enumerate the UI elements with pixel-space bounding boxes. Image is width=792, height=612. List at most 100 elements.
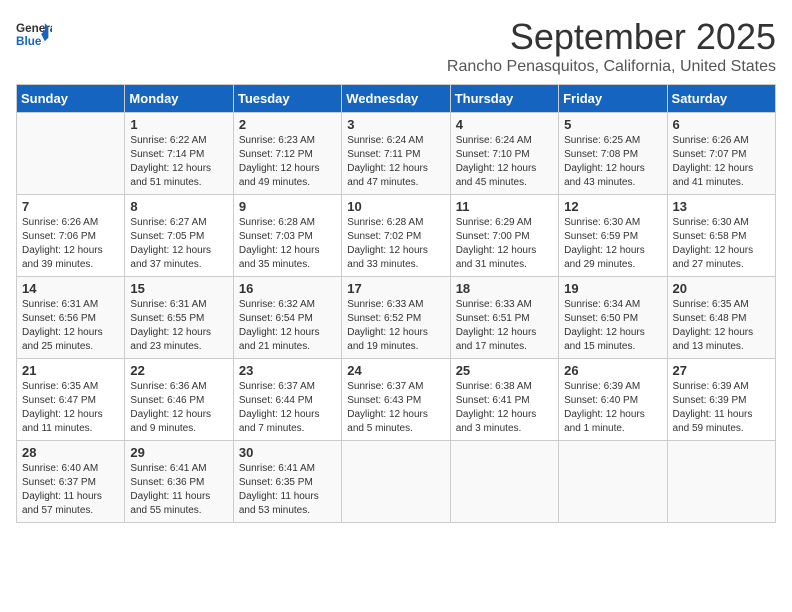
day-info: Sunrise: 6:35 AM Sunset: 6:47 PM Dayligh… [22,380,119,436]
day-info: Sunrise: 6:28 AM Sunset: 7:03 PM Dayligh… [239,216,336,272]
calendar-cell-w4d1: 29 Sunrise: 6:41 AM Sunset: 6:36 PM Dayli… [125,441,233,523]
day-number: 16 [239,281,336,296]
calendar-cell-w2d3: 17 Sunrise: 6:33 AM Sunset: 6:52 PM Dayli… [342,277,450,359]
day-number: 24 [347,363,444,378]
calendar-cell-w3d2: 23 Sunrise: 6:37 AM Sunset: 6:44 PM Dayli… [233,359,341,441]
calendar-cell-w2d6: 20 Sunrise: 6:35 AM Sunset: 6:48 PM Dayli… [667,277,775,359]
day-info: Sunrise: 6:32 AM Sunset: 6:54 PM Dayligh… [239,298,336,354]
day-info: Sunrise: 6:26 AM Sunset: 7:06 PM Dayligh… [22,216,119,272]
calendar-cell-w3d6: 27Sunrise: 6:39 AM Sunset: 6:39 PM Dayli… [667,359,775,441]
day-number: 9 [239,199,336,214]
calendar-cell-w4d2: 30 Sunrise: 6:41 AM Sunset: 6:35 PM Dayli… [233,441,341,523]
calendar-cell-w1d5: 12 Sunrise: 6:30 AM Sunset: 6:59 PM Dayli… [559,195,667,277]
day-number: 25 [456,363,553,378]
day-info: Sunrise: 6:39 AM Sunset: 6:40 PM Dayligh… [564,380,661,436]
weekday-header-friday: Friday [559,85,667,113]
calendar-cell-w3d3: 24 Sunrise: 6:37 AM Sunset: 6:43 PM Dayli… [342,359,450,441]
calendar-cell-w2d2: 16 Sunrise: 6:32 AM Sunset: 6:54 PM Dayli… [233,277,341,359]
calendar-cell-w4d6 [667,441,775,523]
calendar-cell-w4d4 [450,441,558,523]
calendar-cell-w4d5 [559,441,667,523]
calendar-cell-w2d1: 15 Sunrise: 6:31 AM Sunset: 6:55 PM Dayli… [125,277,233,359]
day-number: 23 [239,363,336,378]
day-info: Sunrise: 6:35 AM Sunset: 6:48 PM Dayligh… [673,298,770,354]
calendar-cell-w1d0: 7 Sunrise: 6:26 AM Sunset: 7:06 PM Daylig… [17,195,125,277]
calendar-subtitle: Rancho Penasquitos, California, United S… [447,58,776,76]
day-number: 8 [130,199,227,214]
day-number: 1 [130,117,227,132]
day-info: Sunrise: 6:37 AM Sunset: 6:44 PM Dayligh… [239,380,336,436]
calendar-cell-w2d4: 18 Sunrise: 6:33 AM Sunset: 6:51 PM Dayli… [450,277,558,359]
calendar-cell-w1d6: 13 Sunrise: 6:30 AM Sunset: 6:58 PM Dayli… [667,195,775,277]
day-info: Sunrise: 6:37 AM Sunset: 6:43 PM Dayligh… [347,380,444,436]
calendar-cell-w0d1: 1 Sunrise: 6:22 AM Sunset: 7:14 PM Daylig… [125,113,233,195]
day-number: 15 [130,281,227,296]
day-info: Sunrise: 6:29 AM Sunset: 7:00 PM Dayligh… [456,216,553,272]
day-info: Sunrise: 6:24 AM Sunset: 7:10 PM Dayligh… [456,134,553,190]
day-number: 10 [347,199,444,214]
calendar-table: SundayMondayTuesdayWednesdayThursdayFrid… [16,84,776,523]
day-info: Sunrise: 6:28 AM Sunset: 7:02 PM Dayligh… [347,216,444,272]
day-info: Sunrise: 6:33 AM Sunset: 6:52 PM Dayligh… [347,298,444,354]
day-number: 28 [22,445,119,460]
day-info: Sunrise: 6:41 AM Sunset: 6:35 PM Dayligh… [239,462,336,518]
day-info: Sunrise: 6:36 AM Sunset: 6:46 PM Dayligh… [130,380,227,436]
day-number: 2 [239,117,336,132]
day-number: 6 [673,117,770,132]
calendar-cell-w3d1: 22 Sunrise: 6:36 AM Sunset: 6:46 PM Dayli… [125,359,233,441]
calendar-cell-w1d4: 11 Sunrise: 6:29 AM Sunset: 7:00 PM Dayli… [450,195,558,277]
weekday-header-sunday: Sunday [17,85,125,113]
day-number: 26 [564,363,661,378]
day-number: 20 [673,281,770,296]
day-number: 19 [564,281,661,296]
day-number: 12 [564,199,661,214]
day-info: Sunrise: 6:22 AM Sunset: 7:14 PM Dayligh… [130,134,227,190]
calendar-cell-w0d6: 6 Sunrise: 6:26 AM Sunset: 7:07 PM Daylig… [667,113,775,195]
day-number: 3 [347,117,444,132]
calendar-cell-w3d4: 25 Sunrise: 6:38 AM Sunset: 6:41 PM Dayli… [450,359,558,441]
calendar-cell-w1d3: 10 Sunrise: 6:28 AM Sunset: 7:02 PM Dayli… [342,195,450,277]
calendar-cell-w1d1: 8 Sunrise: 6:27 AM Sunset: 7:05 PM Daylig… [125,195,233,277]
weekday-header-wednesday: Wednesday [342,85,450,113]
day-info: Sunrise: 6:31 AM Sunset: 6:55 PM Dayligh… [130,298,227,354]
logo: General Blue [16,16,52,52]
day-info: Sunrise: 6:40 AM Sunset: 6:37 PM Dayligh… [22,462,119,518]
day-info: Sunrise: 6:31 AM Sunset: 6:56 PM Dayligh… [22,298,119,354]
day-info: Sunrise: 6:24 AM Sunset: 7:11 PM Dayligh… [347,134,444,190]
weekday-header-monday: Monday [125,85,233,113]
day-info: Sunrise: 6:30 AM Sunset: 6:59 PM Dayligh… [564,216,661,272]
calendar-cell-w2d5: 19 Sunrise: 6:34 AM Sunset: 6:50 PM Dayli… [559,277,667,359]
day-number: 22 [130,363,227,378]
day-info: Sunrise: 6:27 AM Sunset: 7:05 PM Dayligh… [130,216,227,272]
day-number: 18 [456,281,553,296]
day-number: 11 [456,199,553,214]
day-info: Sunrise: 6:41 AM Sunset: 6:36 PM Dayligh… [130,462,227,518]
calendar-cell-w2d0: 14 Sunrise: 6:31 AM Sunset: 6:56 PM Dayli… [17,277,125,359]
calendar-cell-w0d3: 3 Sunrise: 6:24 AM Sunset: 7:11 PM Daylig… [342,113,450,195]
day-number: 29 [130,445,227,460]
calendar-cell-w4d0: 28 Sunrise: 6:40 AM Sunset: 6:37 PM Dayli… [17,441,125,523]
day-number: 4 [456,117,553,132]
day-info: Sunrise: 6:39 AM Sunset: 6:39 PM Dayligh… [673,380,770,436]
calendar-cell-w0d0 [17,113,125,195]
day-info: Sunrise: 6:33 AM Sunset: 6:51 PM Dayligh… [456,298,553,354]
calendar-cell-w3d5: 26 Sunrise: 6:39 AM Sunset: 6:40 PM Dayli… [559,359,667,441]
day-info: Sunrise: 6:38 AM Sunset: 6:41 PM Dayligh… [456,380,553,436]
day-number: 21 [22,363,119,378]
day-info: Sunrise: 6:34 AM Sunset: 6:50 PM Dayligh… [564,298,661,354]
day-number: 7 [22,199,119,214]
day-number: 14 [22,281,119,296]
calendar-cell-w4d3 [342,441,450,523]
calendar-cell-w0d2: 2 Sunrise: 6:23 AM Sunset: 7:12 PM Daylig… [233,113,341,195]
weekday-header-saturday: Saturday [667,85,775,113]
weekday-header-tuesday: Tuesday [233,85,341,113]
day-number: 30 [239,445,336,460]
day-number: 17 [347,281,444,296]
calendar-title: September 2025 [447,16,776,58]
day-info: Sunrise: 6:30 AM Sunset: 6:58 PM Dayligh… [673,216,770,272]
calendar-cell-w3d0: 21 Sunrise: 6:35 AM Sunset: 6:47 PM Dayli… [17,359,125,441]
day-info: Sunrise: 6:23 AM Sunset: 7:12 PM Dayligh… [239,134,336,190]
day-number: 13 [673,199,770,214]
day-info: Sunrise: 6:25 AM Sunset: 7:08 PM Dayligh… [564,134,661,190]
day-info: Sunrise: 6:26 AM Sunset: 7:07 PM Dayligh… [673,134,770,190]
